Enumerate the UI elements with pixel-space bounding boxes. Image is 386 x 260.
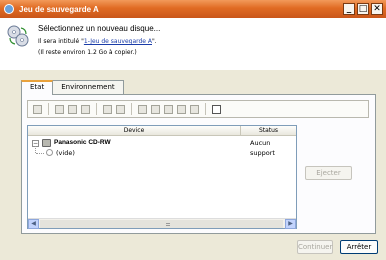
erase-icon[interactable] [103,104,112,114]
help-icon[interactable] [212,104,221,114]
scroll-left-icon[interactable]: ◀ [28,219,39,229]
toolbar-separator [205,103,206,115]
grip-icon [166,223,170,226]
remaining-size-text: (Il reste environ 1.2 Go à copier.) [38,49,137,56]
title-bar[interactable]: Jeu de sauvegarde A _ □ ✕ [0,0,386,18]
media-icon[interactable] [177,104,186,114]
app-icon [4,4,14,14]
toolbar-separator [131,103,132,115]
stop-button[interactable]: Arrêter [340,240,378,254]
toolbar-separator [48,103,49,115]
tab-panel: Device Status − Panasonic CD-RW Aucun su… [21,94,376,234]
column-status[interactable]: Status [241,126,296,136]
disc-name-link[interactable]: 1-Jeu de sauvegarde A [84,38,152,45]
tab-bar: Etat Environnement [21,80,124,95]
table-row[interactable]: (vide) [28,148,296,158]
media-name: (vide) [56,149,75,157]
disc-swap-icon [7,25,29,47]
continue-button[interactable]: Continuer [297,240,333,254]
table-row[interactable]: − Panasonic CD-RW Aucun support [28,138,296,157]
scroll-right-icon[interactable]: ▶ [285,219,296,229]
verify-icon[interactable] [164,104,173,114]
horizontal-scrollbar[interactable]: ◀ ▶ [28,218,296,229]
info-icon[interactable] [190,104,199,114]
copy-icon[interactable] [151,104,160,114]
window-title: Jeu de sauvegarde A [19,4,99,14]
column-device[interactable]: Device [28,126,241,136]
instruction-header: Sélectionnez un nouveau disque... Il ser… [0,18,386,70]
tape-icon[interactable] [55,104,64,114]
minimize-button[interactable]: _ [343,3,355,15]
scroll-thumb[interactable] [40,220,283,228]
device-name: Panasonic CD-RW [54,139,111,146]
device-toolbar [27,100,369,118]
close-button[interactable]: ✕ [371,3,383,15]
delete-icon[interactable] [116,104,125,114]
toolbar-separator [96,103,97,115]
tab-environnement[interactable]: Environnement [52,80,124,94]
instruction-text: Sélectionnez un nouveau disque... [38,24,161,33]
maximize-button[interactable]: □ [357,3,369,15]
dialog-window: Jeu de sauvegarde A _ □ ✕ Sélectionnez u… [0,0,386,260]
tab-etat[interactable]: Etat [21,80,54,95]
device-properties-icon[interactable] [33,104,42,114]
device-tree[interactable]: Device Status − Panasonic CD-RW Aucun su… [27,125,297,229]
disc-name-text: Il sera intitulé "1-Jeu de sauvegarde A"… [38,38,157,45]
empty-disc-icon [46,149,53,156]
tape-eject-icon[interactable] [81,104,90,114]
column-header: Device Status [28,126,296,136]
eject-button[interactable]: Ejecter [305,166,352,180]
cd-drive-icon [42,139,51,147]
tape-rewind-icon[interactable] [68,104,77,114]
format-icon[interactable] [138,104,147,114]
